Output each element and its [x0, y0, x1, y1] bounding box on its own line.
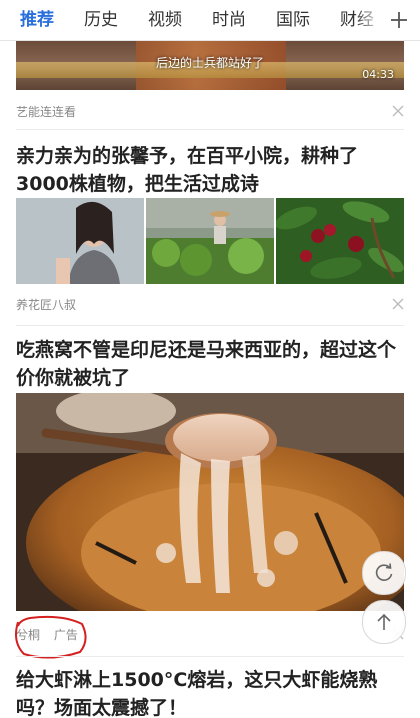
tab-international[interactable]: 国际	[276, 0, 310, 40]
garden-photo-art	[146, 198, 274, 284]
arrow-up-icon	[377, 613, 391, 630]
red-annotation-circle	[15, 615, 87, 659]
ad-image[interactable]	[16, 393, 404, 611]
divider	[16, 656, 404, 657]
back-to-top-button[interactable]	[362, 600, 406, 644]
refresh-button[interactable]	[362, 551, 406, 595]
thumbnail-garden-photo	[146, 198, 274, 284]
article-thumbnails[interactable]	[16, 198, 404, 284]
woman-photo-art	[16, 198, 144, 284]
bayberry-photo-art	[276, 198, 404, 284]
thumbnail-bayberry-photo	[276, 198, 404, 284]
thumbnail-woman-photo	[16, 198, 144, 284]
dislike-close-icon[interactable]	[392, 105, 404, 117]
video-thumbnail[interactable]: 后边的士兵都站好了 04:33	[16, 40, 404, 90]
video-duration: 04:33	[362, 68, 394, 81]
article-title[interactable]: 给大虾淋上1500°C熔岩，这只大虾能烧熟吗？场面太震撼了！	[16, 666, 396, 718]
ad-title[interactable]: 吃燕窝不管是印尼还是马来西亚的，超过这个价你就被坑了	[16, 336, 396, 392]
divider	[16, 325, 404, 326]
article-title[interactable]: 亲力亲为的张馨予，在百平小院，耕种了3000株植物，把生活过成诗	[16, 142, 396, 198]
plus-icon	[391, 12, 407, 28]
tab-video[interactable]: 视频	[148, 0, 182, 40]
tab-history[interactable]: 历史	[84, 0, 118, 40]
tab-fade-overlay	[354, 0, 384, 40]
news-feed-screen: 推荐 历史 视频 时尚 国际 财经 后边的士兵都站好了 04:33 艺能连连看 …	[0, 0, 420, 718]
tab-fashion[interactable]: 时尚	[212, 0, 246, 40]
channel-tabs: 推荐 历史 视频 时尚 国际 财经	[0, 0, 396, 40]
dislike-close-icon[interactable]	[392, 298, 404, 310]
tab-recommend[interactable]: 推荐	[20, 0, 54, 40]
refresh-icon	[375, 563, 393, 581]
video-source-meta: 艺能连连看	[16, 103, 76, 120]
video-source[interactable]: 艺能连连看	[16, 105, 76, 119]
add-channel-button[interactable]	[384, 4, 414, 36]
article-source[interactable]: 养花匠八叔	[16, 298, 76, 312]
birds-nest-photo-art	[16, 393, 404, 611]
channel-tab-bar: 推荐 历史 视频 时尚 国际 财经	[0, 0, 420, 41]
article-source-meta: 养花匠八叔	[16, 296, 76, 313]
video-subtitle: 后边的士兵都站好了	[155, 56, 264, 70]
divider	[16, 129, 404, 130]
